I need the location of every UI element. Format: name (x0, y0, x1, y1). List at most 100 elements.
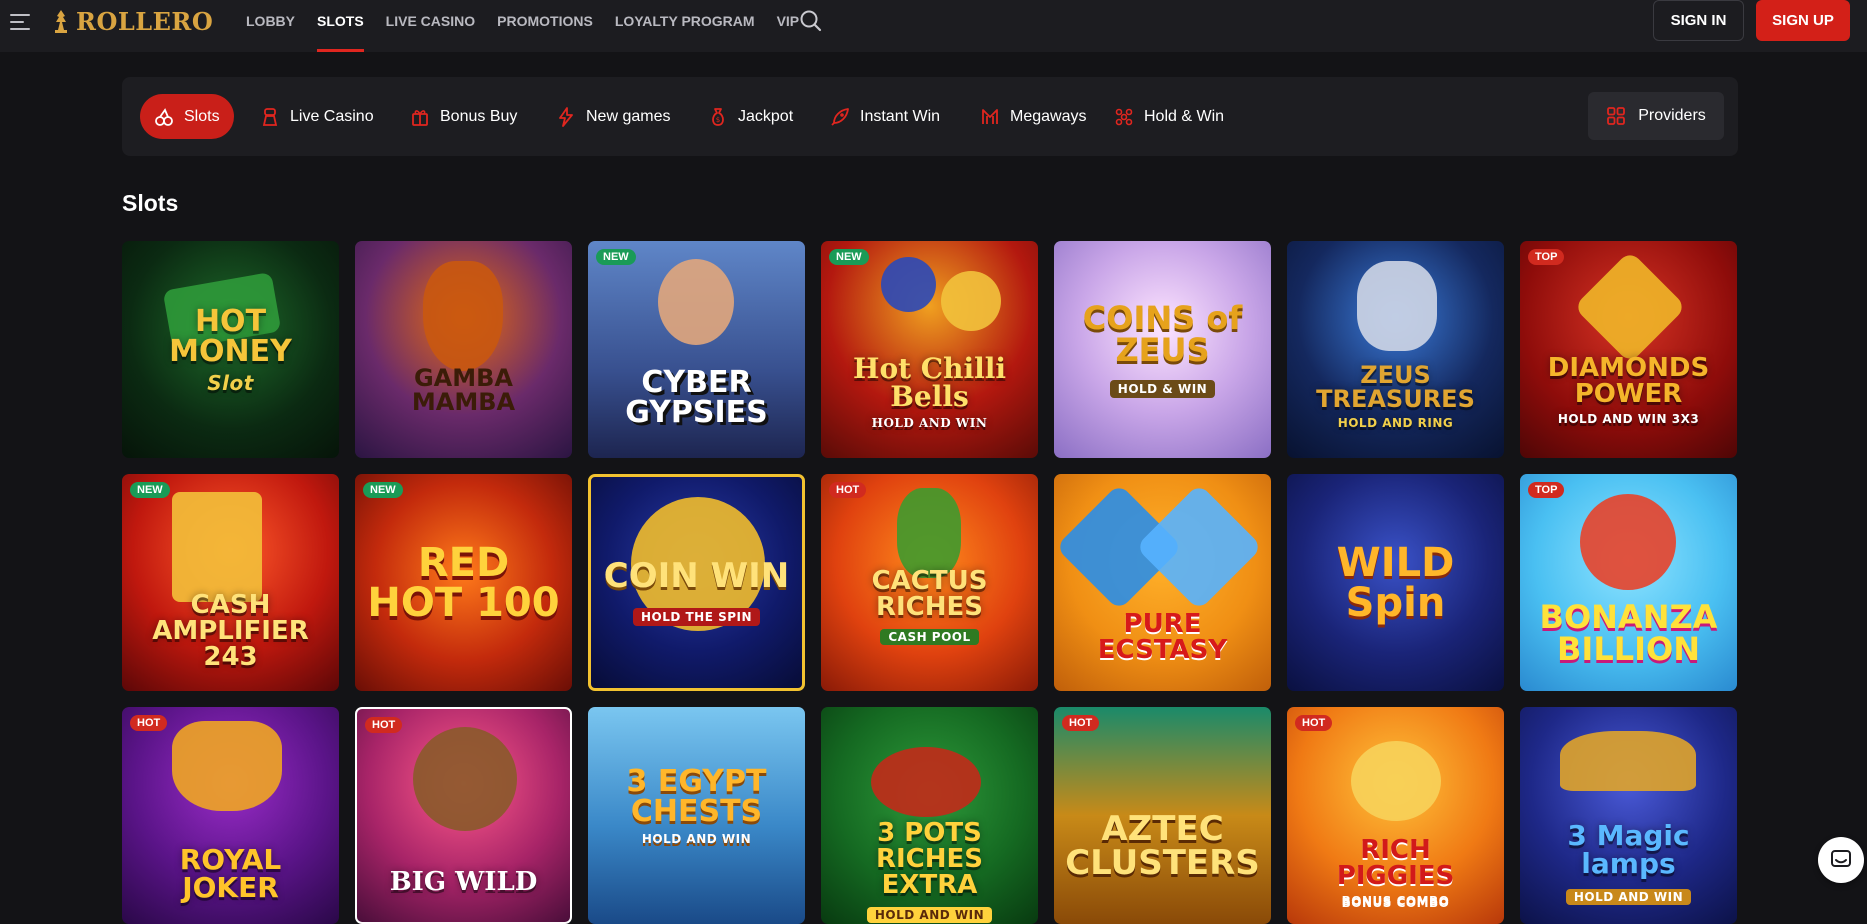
category-new-games[interactable]: New games (542, 94, 684, 139)
gift-icon (412, 109, 428, 126)
megaways-icon (982, 108, 998, 124)
category-jackpot[interactable]: $ Jackpot (694, 94, 807, 139)
game-tile[interactable]: DIAMONDS POWER HOLD AND WIN 3X3 TOP (1520, 241, 1737, 458)
game-tile[interactable]: CACTUS RICHES CASH POOL HOT (821, 474, 1038, 691)
category-slots[interactable]: Slots (140, 94, 234, 139)
game-subtitle: HOLD AND WIN (866, 906, 993, 923)
category-label: Megaways (1010, 107, 1087, 125)
game-tile[interactable]: AZTEC CLUSTERS HOT (1054, 707, 1271, 924)
game-tile[interactable]: CYBER GYPSIES NEW (588, 241, 805, 458)
category-hold-and-win[interactable]: Hold & Win (1100, 94, 1238, 139)
badge-hot: HOT (829, 482, 867, 498)
badge-new: NEW (596, 249, 636, 265)
game-title: BONANZA BILLION (1539, 597, 1718, 668)
badge-new: NEW (363, 482, 403, 498)
svg-text:$: $ (716, 116, 720, 124)
game-tile[interactable]: 3 POTS RICHES EXTRA HOLD AND WIN (821, 707, 1038, 924)
sign-in-button[interactable]: SIGN IN (1653, 0, 1744, 41)
badge-top: TOP (1528, 249, 1565, 265)
nav-promotions[interactable]: PROMOTIONS (497, 0, 593, 52)
game-title: CYBER GYPSIES (625, 364, 768, 430)
game-tile[interactable]: ZEUS TREASURES HOLD AND RING (1287, 241, 1504, 458)
lightning-icon (559, 106, 573, 127)
game-tile[interactable]: PURE ECSTASY (1054, 474, 1271, 691)
category-label: Slots (184, 107, 220, 125)
hold-win-icon (1115, 108, 1133, 125)
game-title: CACTUS RICHES (871, 565, 988, 622)
game-title: 3 EGYPT CHESTS (626, 763, 767, 829)
category-megaways[interactable]: Megaways (966, 94, 1100, 139)
search-icon[interactable] (798, 8, 824, 34)
knight-logo-icon (55, 10, 67, 33)
category-label: Jackpot (738, 107, 794, 125)
game-tile[interactable]: BONANZA BILLION TOP (1520, 474, 1737, 691)
badge-hot: HOT (1295, 715, 1333, 731)
sign-up-button[interactable]: SIGN UP (1756, 0, 1850, 41)
badge-new: NEW (130, 482, 170, 498)
nav-live-casino[interactable]: LIVE CASINO (386, 0, 475, 52)
chat-support-button[interactable] (1818, 837, 1864, 883)
badge-hot: HOT (365, 717, 403, 733)
badge-new: NEW (829, 249, 869, 265)
game-tile[interactable]: Hot Chilli Bells HOLD AND WIN NEW (821, 241, 1038, 458)
nav-loyalty-program[interactable]: LOYALTY PROGRAM (615, 0, 755, 52)
top-header: ROLLERO LOBBY SLOTS LIVE CASINO PROMOTIO… (0, 0, 1867, 52)
chat-icon (1831, 850, 1851, 867)
game-title: AZTEC CLUSTERS (1065, 808, 1260, 883)
cherries-icon (155, 107, 173, 126)
category-live-casino[interactable]: Live Casino (246, 94, 388, 139)
game-title: COINS of ZEUS (1082, 298, 1243, 369)
game-title: BIG WILD (389, 866, 538, 897)
game-tile[interactable]: 3 EGYPT CHESTS HOLD AND WIN (588, 707, 805, 924)
category-instant-win[interactable]: Instant Win (816, 94, 954, 139)
game-title: ROYAL JOKER (179, 842, 282, 904)
providers-button[interactable]: Providers (1588, 92, 1724, 140)
game-tile[interactable]: RICH PIGGIES BONUS COMBO HOT (1287, 707, 1504, 924)
nav-lobby[interactable]: LOBBY (246, 0, 295, 52)
game-title: 3 Magic lamps (1567, 818, 1690, 880)
badge-top: TOP (1528, 482, 1565, 498)
game-subtitle: HOLD THE SPIN (632, 607, 761, 626)
nav-vip[interactable]: VIP (777, 0, 800, 52)
game-title: PURE ECSTASY (1097, 608, 1228, 665)
category-label: Instant Win (860, 107, 941, 125)
game-tile[interactable]: WILD Spin (1287, 474, 1504, 691)
category-label: New games (586, 107, 671, 125)
game-title: DIAMONDS POWER (1547, 352, 1710, 409)
game-tile[interactable]: GAMBA MAMBA (355, 241, 572, 458)
grid-icon (1607, 107, 1626, 125)
game-tile[interactable]: CASH AMPLIFIER 243 NEW (122, 474, 339, 691)
game-subtitle: HOLD AND WIN (1565, 888, 1692, 905)
game-title: ZEUS TREASURES (1316, 360, 1475, 413)
nav-slots[interactable]: SLOTS (317, 0, 364, 52)
game-title: GAMBA MAMBA (411, 363, 516, 416)
game-title: RED HOT 100 (367, 539, 560, 626)
logo[interactable]: ROLLERO (50, 6, 213, 36)
category-bar: Slots Live Casino Bonus Buy New games $ … (122, 77, 1738, 156)
game-subtitle: BONUS COMBO (1341, 893, 1450, 908)
game-tile[interactable]: COINS of ZEUS HOLD & WIN (1054, 241, 1271, 458)
providers-label: Providers (1638, 107, 1706, 124)
game-title: Hot Chilli Bells (852, 351, 1006, 413)
category-bonus-buy[interactable]: Bonus Buy (396, 94, 531, 139)
game-title: HOT MONEY (169, 303, 292, 369)
game-tile[interactable]: ROYAL JOKER HOT (122, 707, 339, 924)
game-tile[interactable]: BIG WILD HOT (355, 707, 572, 924)
category-label: Bonus Buy (440, 107, 518, 125)
menu-icon[interactable] (10, 14, 32, 30)
game-tile[interactable]: RED HOT 100 NEW (355, 474, 572, 691)
dealer-icon (262, 107, 278, 126)
game-title: 3 POTS RICHES EXTRA (875, 817, 984, 900)
category-label: Hold & Win (1144, 107, 1225, 125)
game-tile-selected[interactable]: COIN WIN HOLD THE SPIN (588, 474, 805, 691)
game-title: CASH AMPLIFIER 243 (152, 589, 309, 672)
game-subtitle: HOLD & WIN (1109, 379, 1216, 398)
game-title: COIN WIN (603, 555, 790, 596)
logo-text: ROLLERO (76, 6, 214, 36)
game-tile[interactable]: HOT MONEY Slot (122, 241, 339, 458)
game-tile[interactable]: 3 Magic lamps HOLD AND WIN (1520, 707, 1737, 924)
category-label: Live Casino (290, 107, 374, 125)
rocket-icon (831, 107, 849, 126)
game-title: RICH PIGGIES (1336, 834, 1455, 891)
section-title: Slots (122, 190, 179, 216)
